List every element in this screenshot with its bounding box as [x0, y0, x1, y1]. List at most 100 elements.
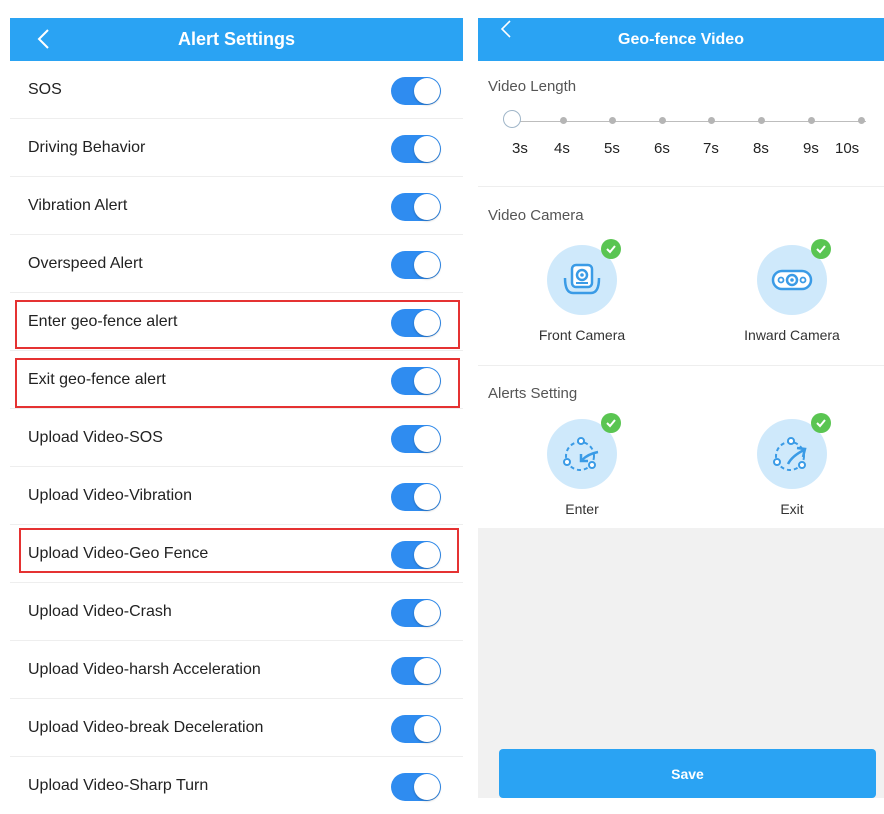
check-icon	[601, 413, 621, 433]
front-camera-option[interactable]: Front Camera	[507, 239, 657, 343]
setting-label: Upload Video-break Deceleration	[28, 718, 264, 736]
upload-video-geo-fence-toggle[interactable]	[391, 541, 441, 569]
setting-row-overspeed-alert: Overspeed Alert	[10, 235, 463, 293]
upload-video-break-deceleration-toggle[interactable]	[391, 715, 441, 743]
tick-label-8s[interactable]: 8s	[753, 140, 769, 157]
inward-camera-icon	[771, 269, 813, 291]
tick-label-6s[interactable]: 6s	[654, 140, 670, 157]
setting-row-sos: SOS	[10, 61, 463, 119]
setting-row-exit-geo-fence-alert: Exit geo-fence alert	[10, 351, 463, 409]
front-camera-icon	[563, 263, 601, 295]
alert-settings-screen: Alert Settings SOS Driving Behavior Vibr…	[10, 18, 463, 801]
exit-icon-circle	[757, 413, 831, 489]
page-title: Geo-fence Video	[618, 30, 744, 48]
upload-video-sharp-turn-toggle[interactable]	[391, 773, 441, 801]
setting-row-upload-video-break-deceleration: Upload Video-break Deceleration	[10, 699, 463, 757]
setting-row-enter-geo-fence-alert: Enter geo-fence alert	[10, 293, 463, 351]
slider-tick-8s[interactable]	[758, 117, 765, 124]
enter-alert-option[interactable]: Enter	[507, 413, 657, 517]
setting-row-upload-video-crash: Upload Video-Crash	[10, 583, 463, 641]
back-arrow-icon[interactable]	[32, 27, 56, 51]
toggle-knob	[414, 136, 440, 162]
enter-label: Enter	[565, 501, 599, 517]
upload-video-sos-toggle[interactable]	[391, 425, 441, 453]
slider-handle[interactable]	[503, 110, 521, 128]
setting-row-vibration-alert: Vibration Alert	[10, 177, 463, 235]
slider-tick-7s[interactable]	[708, 117, 715, 124]
front-camera-icon-circle	[547, 239, 621, 315]
slider-tick-9s[interactable]	[808, 117, 815, 124]
toggle-knob	[414, 194, 440, 220]
setting-label: Vibration Alert	[28, 196, 128, 214]
toggle-knob	[414, 426, 440, 452]
overspeed-alert-toggle[interactable]	[391, 251, 441, 279]
inward-camera-option[interactable]: Inward Camera	[717, 239, 867, 343]
check-icon	[601, 239, 621, 259]
setting-label: Driving Behavior	[28, 138, 146, 156]
setting-label: Upload Video-Sharp Turn	[28, 776, 209, 794]
front-camera-label: Front Camera	[538, 327, 626, 343]
toggle-knob	[414, 716, 440, 742]
slider-tick-10s[interactable]	[858, 117, 865, 124]
toggle-knob	[414, 658, 440, 684]
toggle-knob	[414, 484, 440, 510]
enter-icon-circle	[547, 413, 621, 489]
geo-fence-video-screen: Geo-fence Video Video Length 3s 4s 5s 6s…	[478, 18, 884, 798]
tick-label-9s[interactable]: 9s	[803, 140, 819, 157]
geo-fence-video-header: Geo-fence Video	[478, 18, 884, 61]
setting-label: Enter geo-fence alert	[28, 312, 178, 330]
toggle-knob	[414, 542, 440, 568]
exit-label: Exit	[780, 501, 804, 517]
vibration-alert-toggle[interactable]	[391, 193, 441, 221]
setting-label: Upload Video-SOS	[28, 428, 163, 446]
tick-label-10s[interactable]: 10s	[835, 140, 859, 157]
exit-geo-fence-alert-toggle[interactable]	[391, 367, 441, 395]
inward-camera-icon-circle	[757, 239, 831, 315]
geo-fence-enter-icon	[563, 437, 599, 471]
alerts-setting-title: Alerts Setting	[488, 385, 578, 402]
setting-row-upload-video-sos: Upload Video-SOS	[10, 409, 463, 467]
setting-label: Overspeed Alert	[28, 254, 143, 272]
page-title: Alert Settings	[177, 29, 296, 49]
exit-alert-option[interactable]: Exit	[717, 413, 867, 517]
setting-row-driving-behavior: Driving Behavior	[10, 119, 463, 177]
alert-settings-header: Alert Settings	[10, 18, 463, 61]
toggle-knob	[414, 774, 440, 800]
video-camera-title: Video Camera	[488, 207, 584, 224]
upload-video-vibration-toggle[interactable]	[391, 483, 441, 511]
sos-toggle[interactable]	[391, 77, 441, 105]
setting-label: Upload Video-Geo Fence	[28, 544, 209, 562]
setting-label: Upload Video-harsh Acceleration	[28, 660, 261, 678]
driving-behavior-toggle[interactable]	[391, 135, 441, 163]
toggle-knob	[414, 78, 440, 104]
setting-row-upload-video-harsh-acceleration: Upload Video-harsh Acceleration	[10, 641, 463, 699]
setting-label: SOS	[28, 80, 62, 98]
tick-label-4s[interactable]: 4s	[554, 140, 570, 157]
video-length-title: Video Length	[488, 78, 577, 95]
setting-row-upload-video-geo-fence: Upload Video-Geo Fence	[10, 525, 463, 583]
tick-label-7s[interactable]: 7s	[703, 140, 719, 157]
slider-tick-5s[interactable]	[609, 117, 616, 124]
toggle-knob	[414, 368, 440, 394]
tick-label-3s[interactable]: 3s	[512, 140, 528, 157]
slider-tick-6s[interactable]	[659, 117, 666, 124]
setting-label: Upload Video-Vibration	[28, 486, 192, 504]
geo-fence-exit-icon	[773, 437, 807, 471]
toggle-knob	[414, 600, 440, 626]
setting-row-upload-video-sharp-turn: Upload Video-Sharp Turn	[10, 757, 463, 814]
save-button[interactable]: Save	[499, 749, 876, 798]
section-divider	[478, 186, 884, 187]
upload-video-harsh-acceleration-toggle[interactable]	[391, 657, 441, 685]
toggle-knob	[414, 310, 440, 336]
toggle-knob	[414, 252, 440, 278]
check-icon	[811, 239, 831, 259]
section-divider	[478, 365, 884, 366]
tick-label-5s[interactable]: 5s	[604, 140, 620, 157]
setting-label: Exit geo-fence alert	[28, 370, 166, 388]
inward-camera-label: Inward Camera	[744, 327, 840, 343]
back-arrow-icon[interactable]	[496, 18, 520, 42]
slider-tick-4s[interactable]	[560, 117, 567, 124]
setting-row-upload-video-vibration: Upload Video-Vibration	[10, 467, 463, 525]
upload-video-crash-toggle[interactable]	[391, 599, 441, 627]
enter-geo-fence-alert-toggle[interactable]	[391, 309, 441, 337]
